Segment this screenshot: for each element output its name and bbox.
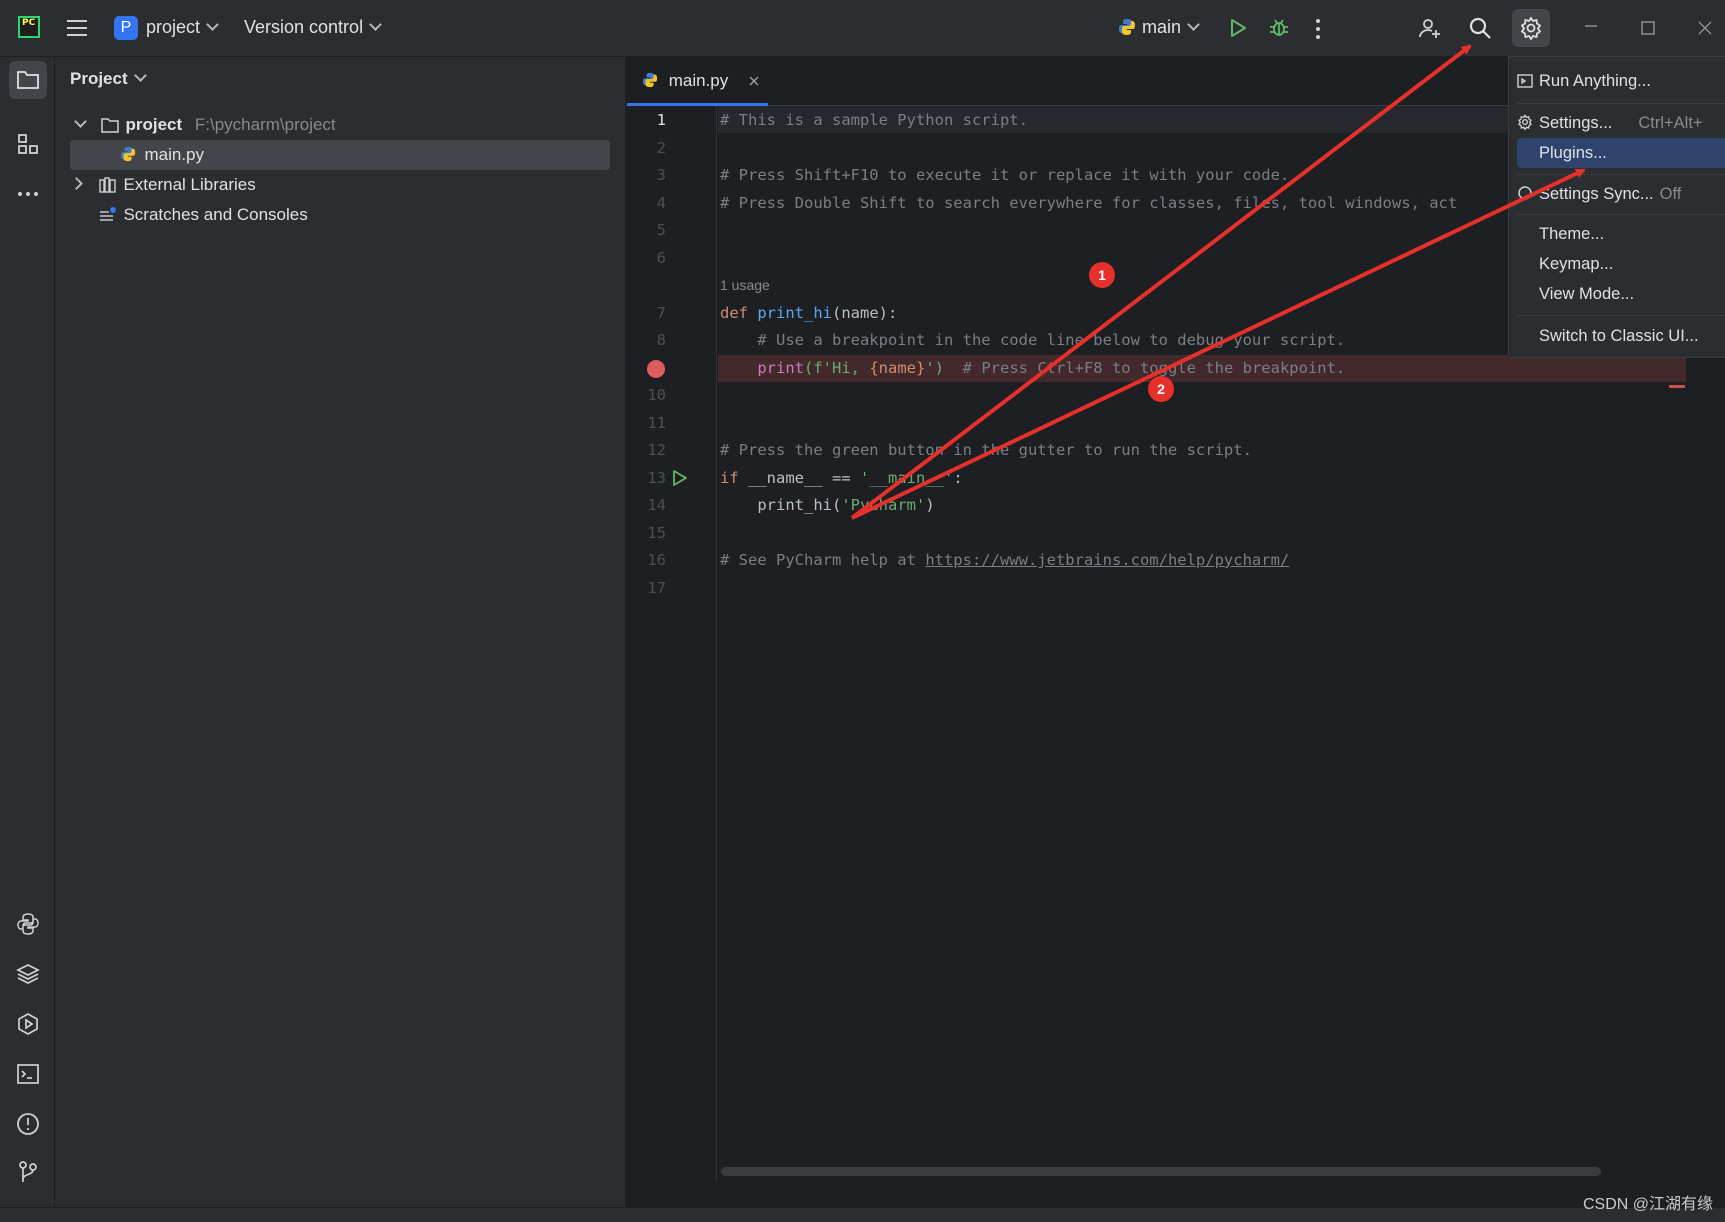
annotation-arrow-1: [850, 44, 1472, 520]
annotation-arrow-2: [851, 168, 1586, 520]
annotation-arrows: [850, 44, 1586, 520]
status-bar: [0, 1207, 1725, 1222]
annotation-badge-1: 1: [1089, 262, 1115, 288]
annotation-badge-2: 2: [1148, 376, 1174, 402]
watermark: CSDN @江湖有缘: [1582, 1196, 1713, 1213]
